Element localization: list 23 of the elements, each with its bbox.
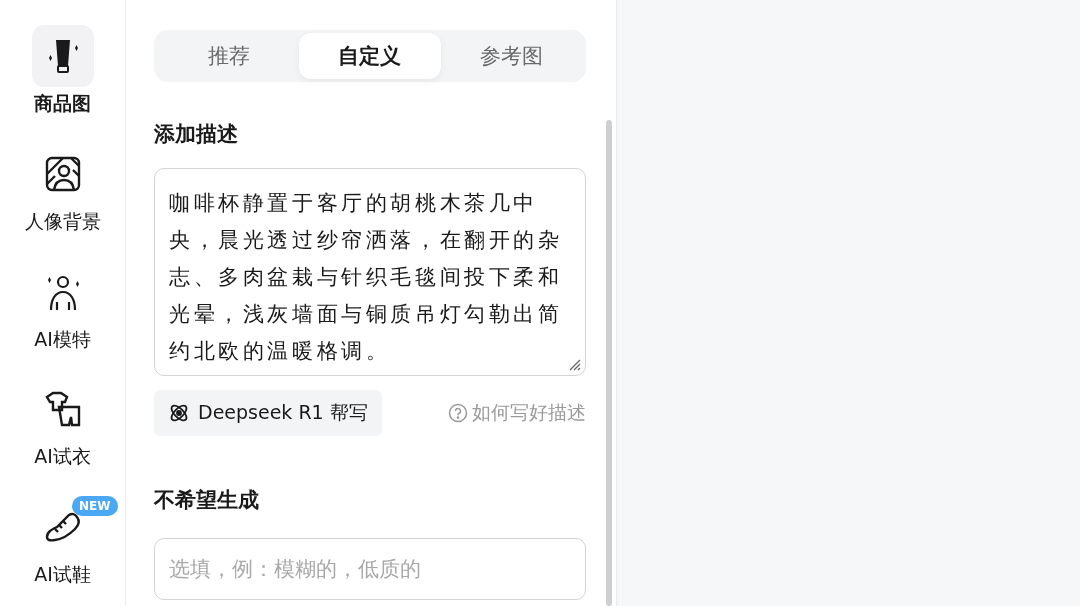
help-icon — [448, 403, 468, 423]
section-heading: 不希望生成 — [154, 487, 260, 514]
negative-prompt-field[interactable]: 选填，例：模糊的，低质的 — [154, 538, 586, 600]
nav-item[interactable]: 人像背景 — [7, 142, 118, 253]
atom-icon — [168, 402, 190, 424]
nav-item[interactable]: AI试衣 — [7, 378, 118, 489]
nav-label: AI试鞋 — [34, 562, 91, 588]
nav-label: 人像背景 — [24, 208, 101, 234]
scrollbar[interactable] — [606, 120, 612, 606]
assist-write-button[interactable]: Deepseek R1 帮写 — [154, 390, 382, 436]
section-heading: 添加描述 — [154, 121, 239, 148]
description-field[interactable]: 咖啡杯静置于客厅的胡桃木茶几中央，晨光透过纱帘洒落，在翻开的杂志、多肉盆栽与针织毛毯间投下柔和光晕，浅灰墙面与铜质吊灯勾勒出简约北欧的温暖格调。 — [154, 168, 586, 376]
resize-grip-icon — [567, 357, 581, 371]
new-badge: NEW — [72, 496, 118, 517]
tab[interactable]: 自定义 — [299, 33, 441, 79]
nav-item[interactable]: NEW AI试鞋 — [7, 496, 118, 606]
nav-item[interactable]: AI模特 — [7, 260, 118, 371]
nav-label: 商品图 — [34, 91, 91, 116]
nav-label: AI模特 — [34, 326, 91, 352]
nav-item[interactable]: 商品图 — [7, 25, 118, 135]
nav-label: AI试衣 — [34, 444, 91, 470]
tab[interactable]: 推荐 — [158, 33, 300, 79]
tab[interactable]: 参考图 — [440, 33, 582, 79]
